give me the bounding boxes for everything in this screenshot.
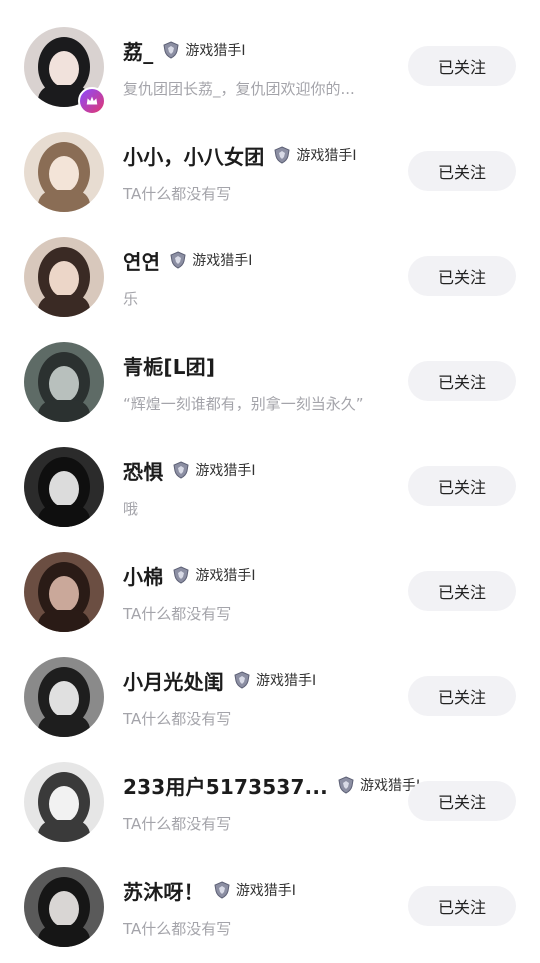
name-line: 青栀[L团] xyxy=(123,349,215,381)
level-badge: 游戏猎手Ⅰ xyxy=(172,565,256,585)
name-line: 233用户5173537... 游戏猎手Ⅰ xyxy=(123,769,420,801)
follow-list: 荔_ 游戏猎手Ⅰ 复仇团团长荔_，复仇团欢迎你的... 已关注 小小，小八女团 游戏猎手Ⅰ… xyxy=(0,0,540,953)
user-name: 233用户5173537... xyxy=(123,774,328,799)
level-badge-label: 游戏猎手Ⅰ xyxy=(256,673,317,689)
avatar[interactable] xyxy=(24,552,104,632)
user-name: 恐惧 xyxy=(123,459,164,484)
avatar[interactable] xyxy=(24,867,104,947)
level-badge: 游戏猎手Ⅰ xyxy=(169,250,252,270)
level-badge: 游戏猎手Ⅰ xyxy=(162,40,246,60)
name-line: 연연 游戏猎手Ⅰ xyxy=(123,244,252,276)
crown-icon xyxy=(78,87,106,115)
level-badge: 游戏猎手Ⅰ xyxy=(213,880,296,900)
followed-button[interactable]: 已关注 xyxy=(408,46,516,86)
list-item[interactable]: 恐惧 游戏猎手Ⅰ 哦 已关注 xyxy=(0,438,540,543)
level-badge-label: 游戏猎手Ⅰ xyxy=(185,43,246,59)
game-hunter-shield-icon xyxy=(172,461,190,479)
list-item[interactable]: 233用户5173537... 游戏猎手Ⅰ TA什么都没有写 已关注 xyxy=(0,753,540,858)
avatar[interactable] xyxy=(24,762,104,842)
name-line: 小月光处闺 游戏猎手Ⅰ xyxy=(123,664,316,696)
user-bio: 复仇团团长荔_，复仇团欢迎你的... xyxy=(123,80,355,98)
user-bio: 哦 xyxy=(123,500,139,518)
level-badge: 游戏猎手Ⅰ xyxy=(273,145,357,165)
name-line: 荔_ 游戏猎手Ⅰ xyxy=(123,34,246,66)
game-hunter-shield-icon xyxy=(233,671,251,689)
level-badge: 游戏猎手Ⅰ xyxy=(233,670,316,690)
followed-button[interactable]: 已关注 xyxy=(408,781,516,821)
game-hunter-shield-icon xyxy=(213,881,231,899)
avatar[interactable] xyxy=(24,132,104,212)
game-hunter-shield-icon xyxy=(169,251,187,269)
avatar[interactable] xyxy=(24,342,104,422)
user-name: 荔_ xyxy=(123,39,154,64)
name-line: 小棉 游戏猎手Ⅰ xyxy=(123,559,256,591)
user-bio: TA什么都没有写 xyxy=(123,605,232,623)
avatar[interactable] xyxy=(24,657,104,737)
list-item[interactable]: 苏沐呀！ 游戏猎手Ⅰ TA什么都没有写 已关注 xyxy=(0,858,540,963)
level-badge-label: 游戏猎手Ⅰ xyxy=(195,463,256,479)
level-badge: 游戏猎手Ⅰ xyxy=(172,460,256,480)
game-hunter-shield-icon xyxy=(172,566,190,584)
list-item[interactable]: 小小，小八女团 游戏猎手Ⅰ TA什么都没有写 已关注 xyxy=(0,123,540,228)
followed-button[interactable]: 已关注 xyxy=(408,466,516,506)
game-hunter-shield-icon xyxy=(162,41,180,59)
user-bio: TA什么都没有写 xyxy=(123,185,232,203)
user-name: 青栀[L团] xyxy=(123,354,216,379)
list-item[interactable]: 小月光处闺 游戏猎手Ⅰ TA什么都没有写 已关注 xyxy=(0,648,540,753)
level-badge-label: 游戏猎手Ⅰ xyxy=(235,883,296,899)
user-bio: TA什么都没有写 xyxy=(123,710,232,728)
game-hunter-shield-icon xyxy=(337,776,355,794)
user-name: 연연 xyxy=(123,249,161,274)
list-item[interactable]: 荔_ 游戏猎手Ⅰ 复仇团团长荔_，复仇团欢迎你的... 已关注 xyxy=(0,18,540,123)
level-badge-label: 游戏猎手Ⅰ xyxy=(192,253,253,269)
list-item[interactable]: 青栀[L团] “辉煌一刻谁都有，别拿一刻当永久” 已关注 xyxy=(0,333,540,438)
followed-button[interactable]: 已关注 xyxy=(408,151,516,191)
user-name: 小月光处闺 xyxy=(123,669,224,694)
followed-button[interactable]: 已关注 xyxy=(408,361,516,401)
followed-button[interactable]: 已关注 xyxy=(408,571,516,611)
name-line: 苏沐呀！ 游戏猎手Ⅰ xyxy=(123,874,296,906)
level-badge-label: 游戏猎手Ⅰ xyxy=(195,568,256,584)
user-name: 小小，小八女团 xyxy=(123,144,265,169)
list-item[interactable]: 小棉 游戏猎手Ⅰ TA什么都没有写 已关注 xyxy=(0,543,540,648)
user-bio: TA什么都没有写 xyxy=(123,815,232,833)
game-hunter-shield-icon xyxy=(273,146,291,164)
avatar[interactable] xyxy=(24,237,104,317)
level-badge-label: 游戏猎手Ⅰ xyxy=(296,148,357,164)
level-badge: 游戏猎手Ⅰ xyxy=(337,775,420,795)
user-name: 苏沐呀！ xyxy=(123,879,204,904)
list-item[interactable]: 연연 游戏猎手Ⅰ 乐 已关注 xyxy=(0,228,540,333)
user-bio: TA什么都没有写 xyxy=(123,920,232,938)
user-bio: 乐 xyxy=(123,290,139,308)
followed-button[interactable]: 已关注 xyxy=(408,256,516,296)
user-bio: “辉煌一刻谁都有，别拿一刻当永久” xyxy=(123,395,364,413)
user-name: 小棉 xyxy=(123,564,164,589)
name-line: 恐惧 游戏猎手Ⅰ xyxy=(123,454,256,486)
name-line: 小小，小八女团 游戏猎手Ⅰ xyxy=(123,139,357,171)
followed-button[interactable]: 已关注 xyxy=(408,676,516,716)
avatar[interactable] xyxy=(24,447,104,527)
followed-button[interactable]: 已关注 xyxy=(408,886,516,926)
